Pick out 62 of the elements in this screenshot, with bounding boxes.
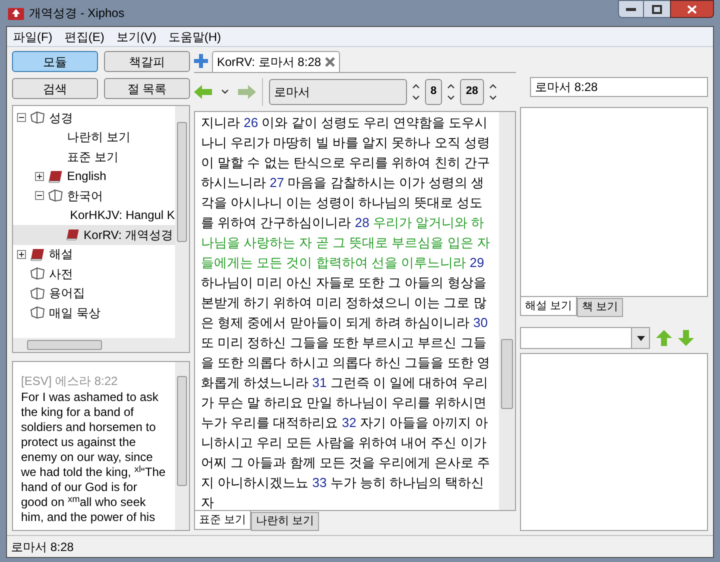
tree-item[interactable]: 용어집: [49, 284, 85, 302]
tree-item[interactable]: 성경: [49, 108, 73, 127]
scrollbar[interactable]: [499, 112, 515, 510]
tab[interactable]: KorRV: 로마서 8:28: [212, 51, 340, 72]
dropdown-arrow-icon: [636, 336, 644, 340]
tree-item[interactable]: 해설: [49, 245, 73, 264]
sidebar-button[interactable]: 모듈: [12, 51, 98, 72]
folder-icon: [30, 306, 45, 320]
tree-item[interactable]: 한국어: [67, 186, 103, 205]
scrollbar[interactable]: [175, 106, 189, 338]
collapse-icon[interactable]: [35, 191, 44, 200]
horizontal-scrollbar[interactable]: [13, 338, 189, 352]
tree-item[interactable]: 나란히 보기: [67, 128, 130, 146]
book-combo[interactable]: 로마서: [269, 78, 407, 104]
collapse-icon[interactable]: [17, 113, 26, 122]
minimize-button[interactable]: [618, 0, 644, 18]
tree-item[interactable]: 사전: [49, 264, 73, 283]
preview-reference: [ESV] 에스라 8:22: [21, 373, 119, 390]
expand-icon[interactable]: [35, 172, 44, 181]
dropdown[interactable]: [520, 327, 650, 349]
expand-icon[interactable]: [17, 250, 26, 259]
close-icon: [687, 4, 697, 14]
window-title: 개역성경 - Xiphos: [29, 5, 124, 22]
book-icon: [30, 248, 45, 261]
tree-row-highlight[interactable]: KorRV: 개역성경: [13, 225, 175, 244]
book-icon: [48, 170, 63, 183]
sidebar-button[interactable]: 절 목록: [104, 78, 190, 99]
menu-item[interactable]: 파일(F): [13, 28, 52, 46]
menu-item[interactable]: 편집(E): [64, 28, 104, 46]
tab[interactable]: 해설 보기: [520, 297, 578, 316]
tree-item[interactable]: 표준 보기: [67, 148, 118, 166]
sidebar-button[interactable]: 책갈피: [104, 51, 190, 72]
menu-item[interactable]: 도움말(H): [168, 28, 221, 46]
bible-text: 지니라 26 이와 같이 성령도 우리 연약함을 도우시나니 우리가 마땅히 빌 바를 알지 못하나 오직 성령이 말할 수 없는 탄식으로 우리를 위하여 친히 간구하시느니라 27 마음을 감찰하시는 이가 성령의 생각을 아시나니 이는 성령이 하나님의 뜻대로 성도를 위하여 간구하심이니라 28 우리가 알거니와 하나님을 사랑하는 자 곧 그 뜻대로 부르심을 입은 자들에게는 모든 것이 합력하여 선을 이루느니라 29 하나님이 미리 아신 자들로 또한 그 아들의 형상을 본받게 하기 위하여 미리 정하셨으니 이는 그로 많은 형제 중에서 맏아들이 되게 하려 하심이니라 30 또 미리 정하신 그들을 또한 부르시고 부르신 그들을 또한 의롭다 하시고 의롭다 하신 그들을 또한 영화롭게 하셨느니라 31 그런즉 이 일에 대하여 우리가 무슨 말 하리요 만일 하나님이 우리를 위하시면 누가 우리를 대적하리요 32 자기 아들을 아끼지 아니하시고 우리 모든 사람을 위하여 내어 주신 이가 어찌 그 아들과 함께 모든 것을 우리에게 은사로 주지 아니하시겠느뇨 33 누가 능히 하나님의 택하신 자: [200, 114, 491, 510]
maximize-icon: [652, 4, 662, 14]
app-icon: [8, 6, 24, 20]
tree-item[interactable]: 매일 묵상: [49, 304, 100, 322]
folder-icon: [30, 286, 45, 300]
minimize-icon: [626, 7, 636, 11]
scrollbar[interactable]: [175, 362, 189, 530]
folder-icon: [30, 267, 45, 280]
folder-icon: [48, 189, 63, 202]
preview-text: For I was ashamed to ask the king for a band of soldiers and horsemen to protect us against the enemy on our way, since we had told the king, $^{xl}$“The hand of our God is for good on $^{xm}$all who seek him, and the power of his: [21, 390, 167, 525]
plus-icon[interactable]: [194, 54, 208, 68]
menu-item[interactable]: 보기(V): [116, 28, 156, 46]
tab[interactable]: 표준 보기: [194, 511, 252, 530]
tree-item[interactable]: English: [67, 167, 106, 186]
chapter-field[interactable]: 8: [425, 78, 442, 104]
tab[interactable]: 책 보기: [577, 298, 624, 317]
chevron-down-icon[interactable]: [221, 89, 229, 94]
close-button[interactable]: [670, 0, 714, 18]
tab[interactable]: 나란히 보기: [251, 512, 320, 531]
reference-field[interactable]: 로마서 8:28: [530, 77, 708, 97]
sidebar-button[interactable]: 검색: [12, 78, 98, 99]
tree-item[interactable]: KorHKJV: Hangul K: [70, 206, 175, 224]
verse-field[interactable]: 28: [460, 78, 484, 104]
maximize-button[interactable]: [644, 0, 670, 18]
folder-icon: [30, 111, 45, 124]
book-icon: [66, 228, 80, 242]
status-text: 로마서 8:28: [11, 538, 74, 556]
close-icon[interactable]: [325, 57, 336, 67]
tree-item[interactable]: KorRV: 개역성경: [84, 226, 173, 244]
